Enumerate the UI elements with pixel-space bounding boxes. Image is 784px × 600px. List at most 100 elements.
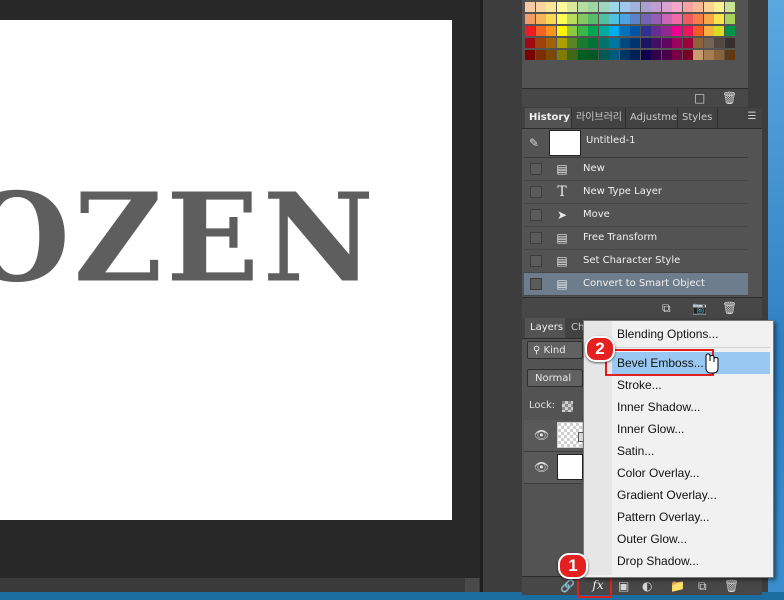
color-swatch[interactable] xyxy=(630,2,640,12)
trash-icon[interactable]: 🗑 xyxy=(722,91,737,105)
color-swatch[interactable] xyxy=(609,14,619,24)
history-item-selected[interactable]: ▤ Convert to Smart Object xyxy=(524,273,748,296)
color-swatch[interactable] xyxy=(672,50,682,60)
color-swatch[interactable] xyxy=(525,38,535,48)
history-checkbox[interactable] xyxy=(530,232,542,244)
color-swatch[interactable] xyxy=(651,26,661,36)
color-swatch[interactable] xyxy=(651,2,661,12)
color-swatch[interactable] xyxy=(672,26,682,36)
color-swatch[interactable] xyxy=(556,26,567,36)
menu-item-outer-glow[interactable]: Outer Glow... xyxy=(612,528,770,550)
panel-menu-icon[interactable]: ☰ xyxy=(744,110,760,124)
history-item[interactable]: ▤ New xyxy=(524,158,748,181)
history-checkbox[interactable] xyxy=(530,255,542,267)
tab-libraries[interactable]: 라이브러리 xyxy=(572,108,626,128)
blend-mode-select[interactable]: Normal xyxy=(527,369,583,387)
color-swatch[interactable] xyxy=(567,50,577,60)
color-swatch[interactable] xyxy=(640,2,651,12)
color-swatch[interactable] xyxy=(672,38,682,48)
color-swatch[interactable] xyxy=(525,14,535,24)
color-swatch[interactable] xyxy=(567,14,577,24)
history-brush-icon[interactable]: ✎ xyxy=(529,136,539,150)
color-swatch[interactable] xyxy=(546,14,556,24)
color-swatch[interactable] xyxy=(556,38,567,48)
color-swatch[interactable] xyxy=(714,2,724,12)
color-swatch[interactable] xyxy=(609,26,619,36)
scrollbar-thumb[interactable] xyxy=(465,578,479,592)
tab-history[interactable]: History xyxy=(525,108,572,128)
color-swatch[interactable] xyxy=(682,26,693,36)
color-swatch[interactable] xyxy=(693,38,703,48)
tab-layers[interactable]: Layers xyxy=(525,318,565,338)
color-swatch[interactable] xyxy=(535,14,546,24)
canvas-horizontal-scrollbar[interactable] xyxy=(0,578,480,592)
color-swatch[interactable] xyxy=(588,50,598,60)
color-swatch[interactable] xyxy=(619,50,630,60)
menu-item-inner-shadow[interactable]: Inner Shadow... xyxy=(612,396,770,418)
color-swatch[interactable] xyxy=(724,14,735,24)
color-swatch[interactable] xyxy=(630,26,640,36)
color-swatch[interactable] xyxy=(598,38,609,48)
color-swatch[interactable] xyxy=(588,14,598,24)
color-swatch[interactable] xyxy=(724,38,735,48)
tab-adjustments[interactable]: Adjustme xyxy=(626,108,678,128)
color-swatch[interactable] xyxy=(598,2,609,12)
color-swatch[interactable] xyxy=(556,2,567,12)
history-item[interactable]: ▤ Free Transform xyxy=(524,227,748,250)
color-swatch[interactable] xyxy=(609,2,619,12)
new-document-from-state-icon[interactable]: ⧉ xyxy=(662,301,671,315)
color-swatch[interactable] xyxy=(619,2,630,12)
color-swatch[interactable] xyxy=(661,14,672,24)
color-swatch[interactable] xyxy=(598,14,609,24)
eye-icon[interactable]: 👁 xyxy=(534,461,549,473)
eye-icon[interactable]: 👁 xyxy=(534,429,549,441)
trash-icon[interactable]: 🗑 xyxy=(722,301,737,315)
link-layers-icon[interactable]: 🔗 xyxy=(560,579,575,593)
trash-icon[interactable]: 🗑 xyxy=(724,579,739,593)
layer-kind-filter[interactable]: ⚲ Kind xyxy=(527,341,583,359)
color-swatch[interactable] xyxy=(640,26,651,36)
color-swatch[interactable] xyxy=(598,50,609,60)
color-swatch[interactable] xyxy=(651,14,661,24)
menu-item-drop-shadow[interactable]: Drop Shadow... xyxy=(612,550,770,572)
color-swatch[interactable] xyxy=(703,2,714,12)
color-swatch[interactable] xyxy=(525,26,535,36)
color-swatch[interactable] xyxy=(693,50,703,60)
new-layer-icon[interactable]: ⧉ xyxy=(698,579,707,593)
color-swatch[interactable] xyxy=(556,50,567,60)
color-swatch[interactable] xyxy=(535,38,546,48)
history-item[interactable]: T New Type Layer xyxy=(524,181,748,204)
history-snapshot[interactable]: ✎ Untitled-1 xyxy=(524,129,748,158)
tab-styles[interactable]: Styles xyxy=(678,108,718,128)
color-swatch[interactable] xyxy=(703,38,714,48)
color-swatch[interactable] xyxy=(535,26,546,36)
history-item[interactable]: ▤ Set Character Style xyxy=(524,250,748,273)
color-swatch[interactable] xyxy=(672,2,682,12)
color-swatch[interactable] xyxy=(724,26,735,36)
history-checkbox[interactable] xyxy=(530,163,542,175)
color-swatch[interactable] xyxy=(567,2,577,12)
color-swatch[interactable] xyxy=(619,38,630,48)
history-checkbox[interactable] xyxy=(530,209,542,221)
color-swatch[interactable] xyxy=(640,38,651,48)
menu-item-color-overlay[interactable]: Color Overlay... xyxy=(612,462,770,484)
color-swatch[interactable] xyxy=(672,14,682,24)
color-swatch[interactable] xyxy=(682,38,693,48)
color-swatch[interactable] xyxy=(535,2,546,12)
color-swatch[interactable] xyxy=(682,2,693,12)
history-item[interactable]: ➤ Move xyxy=(524,204,748,227)
color-swatch[interactable] xyxy=(651,38,661,48)
color-swatch[interactable] xyxy=(640,50,651,60)
color-swatch[interactable] xyxy=(661,38,672,48)
color-swatch[interactable] xyxy=(714,14,724,24)
color-swatch[interactable] xyxy=(588,2,598,12)
color-swatch[interactable] xyxy=(598,26,609,36)
color-swatch[interactable] xyxy=(703,14,714,24)
camera-icon[interactable]: 📷 xyxy=(692,301,707,315)
color-swatch[interactable] xyxy=(630,50,640,60)
color-swatch[interactable] xyxy=(630,38,640,48)
color-swatch[interactable] xyxy=(609,38,619,48)
color-swatch[interactable] xyxy=(640,14,651,24)
history-checkbox[interactable] xyxy=(530,278,542,290)
menu-item-inner-glow[interactable]: Inner Glow... xyxy=(612,418,770,440)
